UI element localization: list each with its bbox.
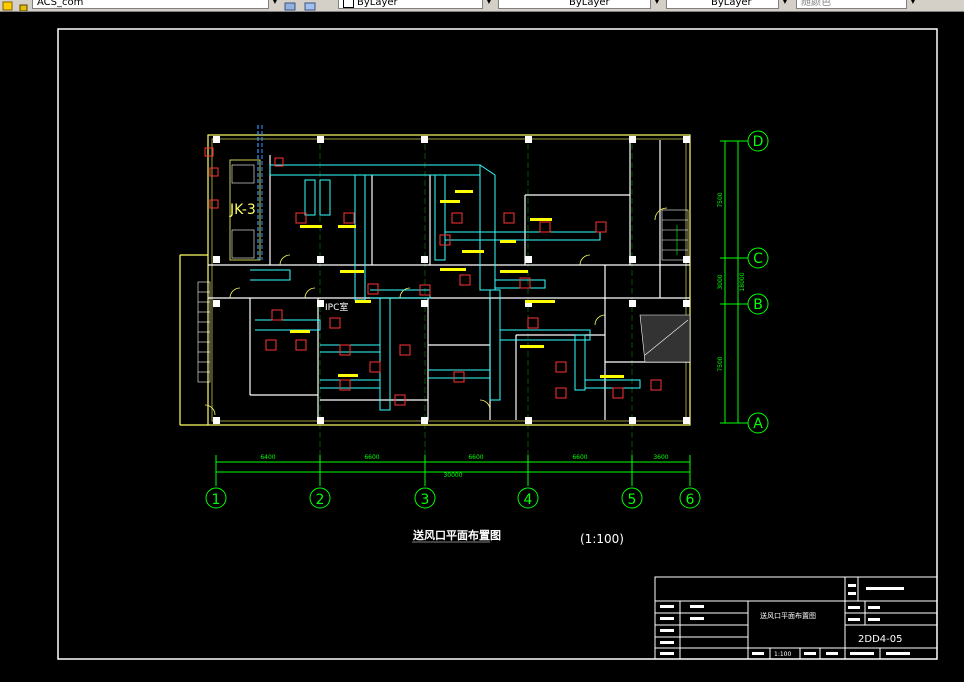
drawing-scale: (1:100) (580, 532, 624, 546)
svg-text:B: B (753, 297, 763, 313)
chevron-down-icon[interactable]: ▼ (778, 0, 791, 9)
chevron-down-icon[interactable]: ▼ (906, 0, 919, 9)
air-handling-unit: JK-3 (229, 125, 263, 261)
layer-state-icon[interactable] (2, 0, 14, 11)
svg-text:3000: 3000 (717, 274, 724, 289)
svg-text:6400: 6400 (260, 454, 275, 461)
lock-icon[interactable] (18, 0, 30, 11)
title-block-scale: 1:100 (774, 651, 791, 658)
unit-label: JK-3 (229, 202, 256, 218)
svg-text:D: D (753, 134, 764, 150)
color-dropdown[interactable]: ByLayer (338, 0, 494, 9)
properties-toolbar: ACS_com ▼ ByLayer ▼ ByLayer ▼ ByLayer ▼ … (0, 0, 964, 12)
row-grid-labels: D C B A (753, 134, 764, 432)
room-label-ipc: IPC室 (325, 301, 348, 313)
doors (204, 207, 668, 416)
svg-text:6: 6 (686, 492, 695, 508)
air-diffusers (204, 147, 662, 406)
svg-text:A: A (753, 416, 763, 432)
drawing-canvas[interactable]: JK-3 IPC室 6400 6600 6600 6600 3600 30000… (0, 12, 964, 678)
chevron-down-icon[interactable]: ▼ (268, 0, 281, 9)
svg-text:7500: 7500 (717, 356, 724, 371)
svg-text:2: 2 (316, 492, 325, 508)
layer-dropdown[interactable]: ACS_com (32, 0, 272, 9)
svg-text:6600: 6600 (364, 454, 379, 461)
lineweight-dropdown[interactable]: ByLayer (666, 0, 790, 9)
svg-text:30000: 30000 (443, 472, 462, 479)
vertical-dim-labels: 7500 3000 7500 18000 (717, 192, 746, 371)
svg-text:3: 3 (421, 492, 430, 508)
horizontal-dimensions (215, 455, 691, 486)
stairs (197, 209, 691, 383)
title-block-drawing-name: 送风口平面布置图 (760, 611, 816, 620)
svg-text:C: C (753, 251, 763, 267)
color-value: ByLayer (357, 0, 398, 8)
svg-text:1: 1 (212, 492, 221, 508)
svg-text:6600: 6600 (468, 454, 483, 461)
make-current-layer-icon[interactable] (284, 0, 296, 11)
drawing-svg: JK-3 IPC室 6400 6600 6600 6600 3600 30000… (57, 28, 938, 660)
svg-text:7500: 7500 (717, 192, 724, 207)
svg-text:4: 4 (524, 492, 533, 508)
plotstyle-dropdown[interactable]: 随颜色 (796, 0, 918, 9)
layer-previous-icon[interactable] (304, 0, 316, 11)
title-block-drawing-number: 2DD4-05 (858, 634, 902, 645)
drawing-frame (57, 28, 938, 660)
color-swatch-icon (343, 0, 354, 8)
svg-text:6600: 6600 (572, 454, 587, 461)
svg-text:18000: 18000 (739, 272, 746, 291)
row-grid-bubbles (747, 130, 769, 434)
svg-text:3600: 3600 (653, 454, 668, 461)
linetype-dropdown[interactable]: ByLayer (498, 0, 662, 9)
svg-text:5: 5 (628, 492, 637, 508)
column-grid-bubbles (205, 487, 701, 509)
chevron-down-icon[interactable]: ▼ (650, 0, 663, 9)
horizontal-dim-labels: 6400 6600 6600 6600 3600 30000 (260, 454, 668, 479)
chevron-down-icon[interactable]: ▼ (482, 0, 495, 9)
drawing-title: 送风口平面布置图 (412, 528, 501, 542)
